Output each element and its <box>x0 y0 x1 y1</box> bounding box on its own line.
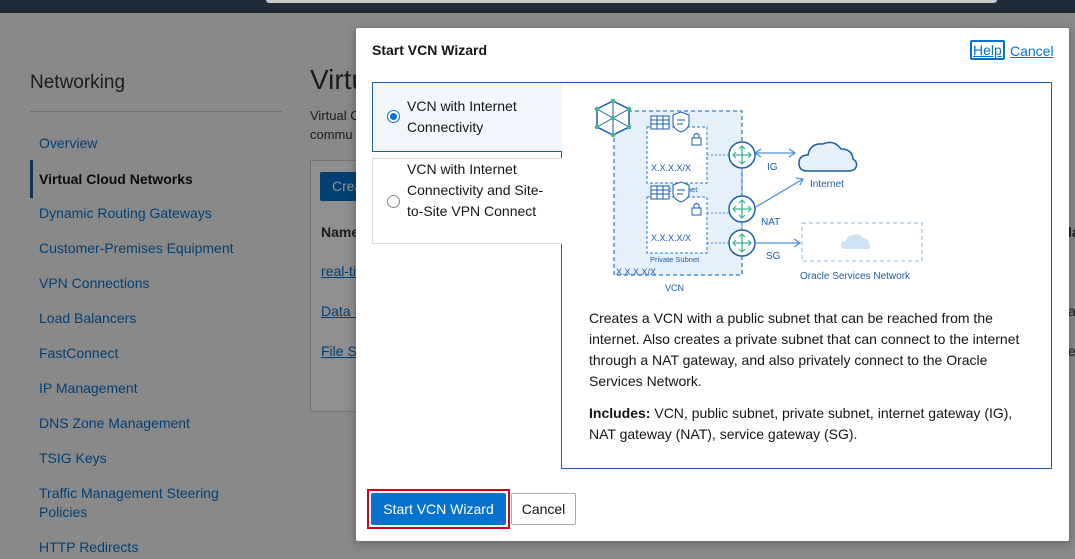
search-bar[interactable] <box>266 0 997 3</box>
nat-arrow <box>755 178 804 208</box>
radio-selected[interactable] <box>387 110 400 123</box>
vcn-label: VCN <box>665 283 684 293</box>
internet-label: Internet <box>810 179 844 190</box>
vcn-cidr: X.X.X.X/X <box>616 267 656 277</box>
cancel-button[interactable]: Cancel <box>511 493 576 525</box>
includes-label: Includes: <box>589 405 651 421</box>
public-subnet-table-icon <box>650 115 670 130</box>
option-detail-panel: X.X.X.X/X Public Subnet <box>561 82 1052 469</box>
option-description: Creates a VCN with a public subnet that … <box>589 310 1020 389</box>
private-subnet-box <box>646 196 708 254</box>
private-subnet-label: Private Subnet <box>650 255 700 264</box>
option-includes: Includes: VCN, public subnet, private su… <box>589 403 1029 445</box>
wizard-options: X.X.X.X/X Public Subnet <box>372 82 1052 469</box>
radio-unselected[interactable] <box>387 195 400 208</box>
includes-text: VCN, public subnet, private subnet, inte… <box>589 405 1013 442</box>
public-subnet-security-icon <box>672 111 690 133</box>
service-gateway-icon <box>728 229 756 257</box>
start-vcn-wizard-button[interactable]: Start VCN Wizard <box>371 493 506 525</box>
option-label: VCN with Internet Connectivity <box>407 98 517 135</box>
internet-gateway-icon <box>728 141 756 169</box>
private-subnet-security-icon <box>672 181 690 203</box>
private-subnet-table-icon <box>650 185 670 200</box>
help-link[interactable]: Help <box>970 40 1005 60</box>
oracle-services-network-label: Oracle Services Network <box>800 271 911 282</box>
option-label: VCN with Internet Connectivity and Site-… <box>407 161 544 219</box>
highlight-box: Start VCN Wizard <box>367 489 510 529</box>
option-vcn-internet[interactable]: VCN with Internet Connectivity <box>372 82 562 152</box>
public-subnet-cidr: X.X.X.X/X <box>651 163 691 173</box>
nat-label: NAT <box>761 217 780 228</box>
start-vcn-wizard-dialog: Start VCN Wizard Help Cancel X.X.X.X/X X… <box>356 28 1069 541</box>
sg-label: SG <box>766 251 781 262</box>
internet-cloud-icon <box>798 141 858 172</box>
private-subnet-cidr: X.X.X.X/X <box>651 233 691 243</box>
ig-label: IG <box>767 162 778 173</box>
public-subnet-box <box>646 126 708 184</box>
option-vcn-internet-vpn[interactable]: VCN with Internet Connectivity and Site-… <box>372 158 562 244</box>
nat-gateway-icon <box>728 195 756 223</box>
cancel-link[interactable]: Cancel <box>1010 43 1054 59</box>
top-navigation-bar <box>0 0 1075 13</box>
vcn-architecture-diagram: X.X.X.X/X Public Subnet <box>594 98 923 293</box>
dialog-title: Start VCN Wizard <box>372 42 488 58</box>
